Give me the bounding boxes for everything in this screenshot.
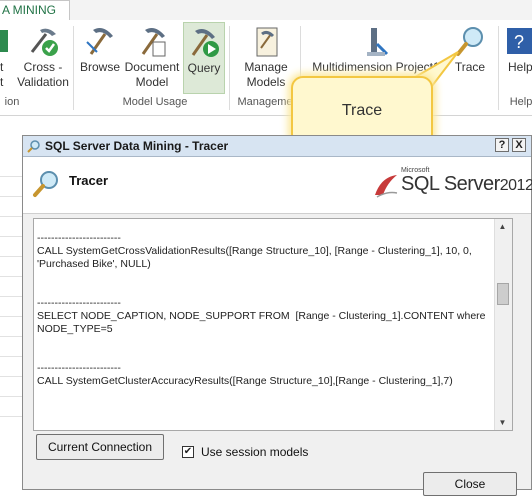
help-label: Help (508, 60, 532, 74)
close-title-button[interactable]: X (512, 138, 526, 152)
log-line: ------------------------ (37, 362, 121, 374)
log-scrollbar[interactable]: ▲ ▼ (494, 219, 512, 430)
logo-product-name: SQL Server (401, 173, 500, 195)
group-label-model-usage: Model Usage (122, 96, 188, 108)
sql-server-logo: Microsoft SQL Server2012 (373, 167, 532, 207)
manage-models-icon (256, 27, 278, 57)
group-label: ion (4, 96, 20, 108)
dialog-title-bar[interactable]: SQL Server Data Mining - Tracer ? X (23, 136, 531, 157)
help-button[interactable]: ? Help (503, 22, 532, 94)
log-line: ------------------------ (37, 232, 121, 244)
dialog-title: SQL Server Data Mining - Tracer (45, 139, 229, 153)
document-model-icon (141, 28, 166, 57)
query-label: Query (187, 61, 221, 75)
svg-text:?: ? (514, 32, 524, 52)
close-button[interactable]: Close (423, 472, 517, 496)
dialog-header: Tracer Microsoft SQL Server2012 (23, 157, 532, 214)
cross-validation-icon (30, 28, 58, 56)
use-session-models-checkbox[interactable]: ✔ (182, 446, 194, 458)
document-model-button[interactable]: Document Model (122, 22, 182, 94)
log-line: ------------------------ (37, 297, 121, 309)
sql-server-logo-icon (375, 175, 398, 198)
cross-validation-button[interactable]: Cross - Validation (16, 22, 70, 94)
query-icon (191, 29, 219, 57)
logo-year: 2012 (499, 177, 532, 194)
group-label-management: Manageme (237, 96, 293, 108)
tracer-dialog: SQL Server Data Mining - Tracer ? X Trac… (22, 135, 532, 496)
log-line: CALL SystemGetClusterAccuracyResults([Ra… (37, 375, 453, 387)
scroll-down-icon[interactable]: ▼ (497, 417, 508, 428)
group-label-help: Help (509, 96, 532, 108)
scroll-up-icon[interactable]: ▲ (497, 221, 508, 232)
ribbon-button-partial[interactable]: t t (0, 22, 14, 94)
cross-validation-label: Cross - Validation (17, 60, 69, 89)
browse-button[interactable]: Browse (78, 22, 122, 94)
trace-log-text: ------------------------ CALL SystemGetCr… (37, 219, 495, 388)
tab-data-mining[interactable]: A MINING (0, 0, 70, 20)
log-line: CALL SystemGetCrossValidationResults([Ra… (37, 245, 475, 270)
log-line: SELECT NODE_CAPTION, NODE_SUPPORT FROM [… (37, 310, 489, 335)
current-connection-button[interactable]: Current Connection (36, 434, 164, 460)
logo-product: SQL Server2012 (401, 173, 532, 196)
ribbon-button-partial-label: t t (0, 60, 4, 89)
checkmark-icon: ✔ (183, 446, 193, 457)
manage-models-button[interactable]: Manage Models (238, 22, 294, 94)
group-separator (229, 26, 230, 110)
query-button[interactable]: Query (183, 22, 225, 94)
magnifier-icon (27, 140, 40, 153)
magnifier-icon (33, 171, 58, 197)
scroll-thumb[interactable] (497, 283, 509, 305)
pickaxe-icon (86, 28, 113, 55)
group-separator (73, 26, 74, 110)
group-separator (498, 26, 499, 110)
ribbon-tab-strip: A MINING (0, 0, 532, 21)
document-model-label: Document Model (124, 60, 180, 89)
header-title: Tracer (69, 173, 109, 188)
use-session-models-label: Use session models (201, 445, 309, 459)
callout-text: Trace (341, 102, 383, 119)
help-icon: ? (507, 28, 532, 54)
help-title-button[interactable]: ? (495, 138, 509, 152)
browse-label: Browse (79, 60, 120, 74)
manage-models-label: Manage Models (244, 60, 288, 89)
trace-log[interactable]: ------------------------ CALL SystemGetCr… (33, 218, 513, 431)
cube-icon (0, 30, 8, 52)
